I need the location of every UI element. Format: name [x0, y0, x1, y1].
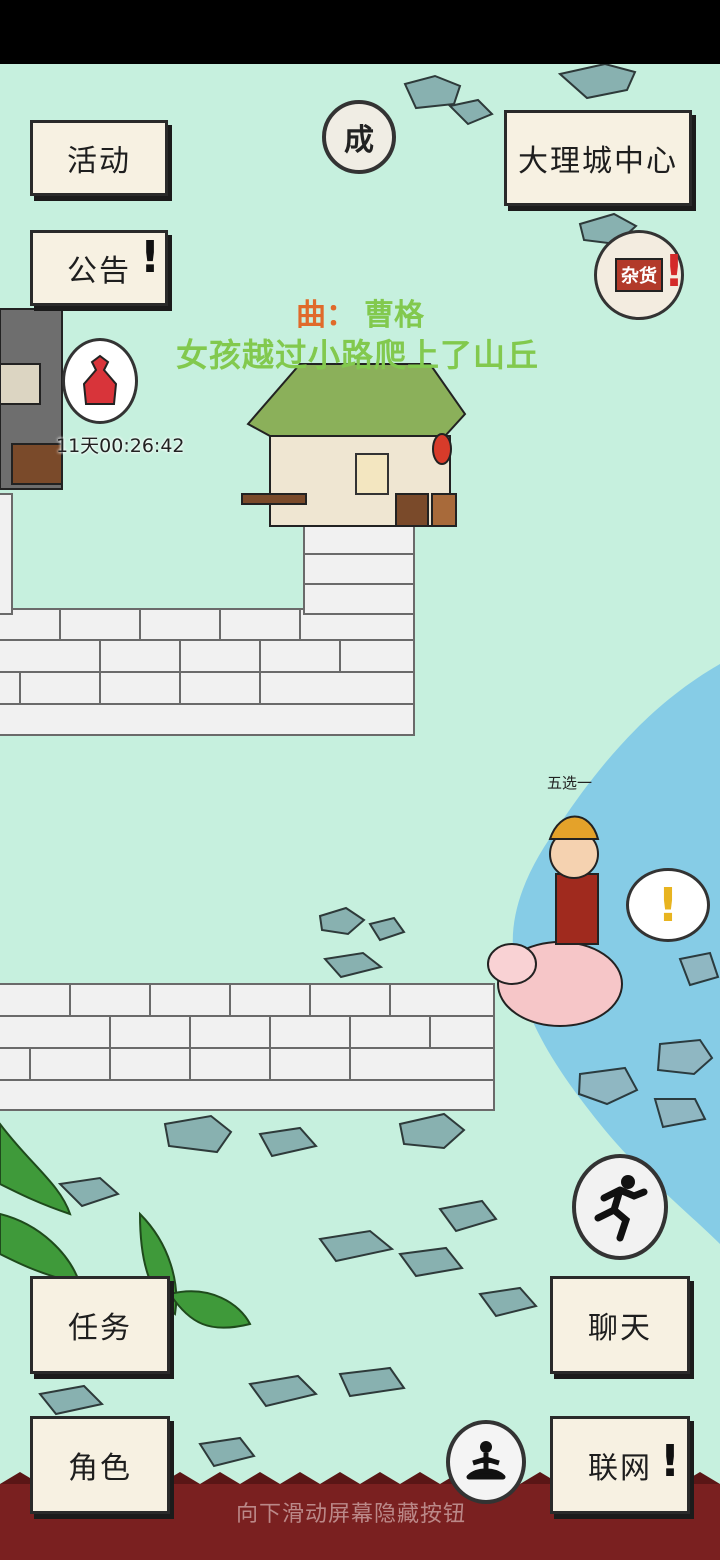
music-prefix: 曲： [296, 298, 356, 333]
run-icon [594, 1175, 648, 1242]
game-viewport[interactable]: 活动 公告 ! 成 大理城中心 杂货 ! 曲： 曹格 女孩越过小路爬上了山丘 1… [0, 64, 720, 1560]
role-button[interactable]: 角色 [30, 1416, 170, 1514]
gift-countdown: 11天00:26:42 [56, 435, 185, 457]
activity-button[interactable]: 活动 [30, 120, 168, 196]
shop-alert-icon: ! [664, 246, 685, 297]
location-label: 大理城中心 [518, 144, 678, 179]
meditate-button[interactable] [446, 1420, 526, 1504]
music-song: 曹格 [364, 298, 424, 333]
notice-label: 公告 [67, 254, 131, 289]
chat-button[interactable]: 聊天 [550, 1276, 690, 1374]
red-bag-icon [82, 354, 118, 405]
achievement-icon[interactable]: 成 [322, 100, 396, 174]
achievement-glyph: 成 [344, 123, 374, 158]
task-label: 任务 [68, 1311, 132, 1346]
location-button[interactable]: 大理城中心 [504, 110, 692, 206]
activity-label: 活动 [67, 144, 131, 179]
shop-building [241, 363, 467, 527]
left-house [0, 308, 63, 490]
notice-alert-icon: ! [140, 232, 161, 283]
quest-bubble[interactable]: ! [626, 868, 710, 942]
gift-bag-icon[interactable] [62, 338, 138, 424]
quest-alert-icon: ! [657, 878, 679, 932]
task-button[interactable]: 任务 [30, 1276, 170, 1374]
hide-buttons-hint: 向下滑动屏幕隐藏按钮 [236, 1502, 467, 1527]
meditate-icon [466, 1441, 506, 1480]
run-button[interactable] [572, 1154, 668, 1260]
role-label: 角色 [68, 1451, 132, 1486]
network-label: 联网 [588, 1451, 652, 1486]
shop-label: 杂货 [615, 258, 663, 292]
chat-label: 聊天 [588, 1311, 652, 1346]
status-bar [0, 0, 720, 64]
npc-name: 五选一 [547, 774, 593, 792]
network-alert-icon: ! [660, 1436, 681, 1487]
music-lyric: 女孩越过小路爬上了山丘 [176, 336, 540, 374]
